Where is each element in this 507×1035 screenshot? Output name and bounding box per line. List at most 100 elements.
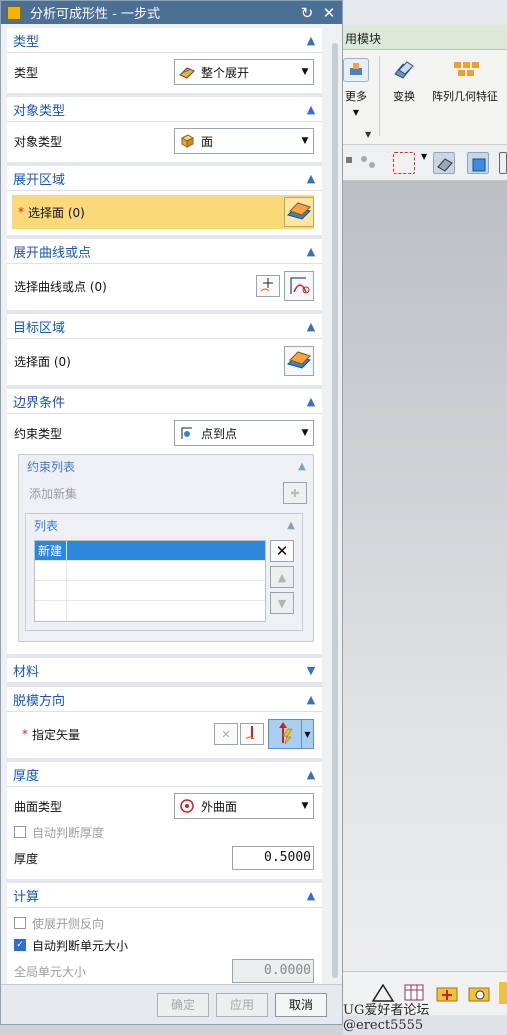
curve-point-select-button[interactable]: [284, 271, 314, 301]
auto-element-size-label: 自动判断单元大小: [32, 938, 129, 953]
thickness-label: 厚度: [14, 851, 39, 866]
ok-button[interactable]: 确定: [157, 993, 209, 1017]
add-set-icon: ✚: [290, 486, 300, 500]
constraint-type-dropdown[interactable]: 点到点 ▼: [174, 420, 314, 446]
object-type-value: 面: [201, 134, 214, 149]
select-face-icon: [286, 348, 312, 375]
chevron-up-icon: ▲: [306, 33, 316, 47]
ribbon-more[interactable]: 更多 ▼: [341, 58, 371, 117]
section-object-type-body: 对象类型 面 ▼: [7, 122, 322, 162]
section-thickness-body: 曲面类型 外曲面 ▼ 自动判断厚度 厚度 0.5000: [7, 787, 322, 879]
rectangle-select-icon[interactable]: [393, 152, 415, 174]
section-thickness-title: 厚度: [13, 768, 40, 784]
apply-button[interactable]: 应用: [216, 993, 268, 1017]
list-row[interactable]: [35, 581, 265, 601]
target-select-face-button[interactable]: [284, 346, 314, 376]
ribbon-pattern-geometry[interactable]: 阵列几何特征: [427, 58, 503, 104]
section-unfold-curve-header[interactable]: 展开曲线或点 ▲: [7, 239, 322, 264]
reverse-unfold-side-label: 使展开侧反向: [32, 916, 105, 931]
chevron-up-icon: ▲: [298, 460, 306, 472]
constraint-list-header[interactable]: 约束列表 ▲: [19, 455, 313, 477]
ribbon-pattern-geometry-label: 阵列几何特征: [432, 90, 498, 103]
section-material: 材料 ▼: [7, 658, 322, 687]
app-menu-bar: 用模块: [343, 26, 507, 50]
auto-thickness-checkbox[interactable]: [14, 826, 26, 838]
pattern-geometry-icon: [452, 58, 479, 82]
select-face-icon: [286, 199, 312, 226]
move-up-button[interactable]: ▲: [270, 566, 294, 588]
dialog-titlebar[interactable]: 分析可成形性 - 一步式 ↻ ✕: [1, 1, 342, 24]
delete-row-button[interactable]: ✕: [270, 540, 294, 562]
chevron-down-icon: ▼: [306, 663, 316, 677]
list-row[interactable]: [35, 561, 265, 581]
add-new-set-button[interactable]: ✚: [283, 482, 307, 504]
arrow-down-icon: ▼: [277, 596, 287, 610]
app-ribbon: 更多 ▼ ▼ 变换 阵列几何特征: [343, 50, 507, 145]
close-icon[interactable]: ✕: [320, 4, 338, 22]
chevron-up-icon: ▲: [306, 394, 316, 408]
section-target-region-title: 目标区域: [13, 320, 66, 336]
graphics-window[interactable]: [343, 181, 507, 971]
global-element-size-input[interactable]: 0.0000: [232, 959, 314, 983]
section-draft-direction-header[interactable]: 脱模方向 ▲: [7, 687, 322, 712]
chevron-down-icon: ▼: [301, 428, 309, 438]
arrow-up-icon: ▲: [277, 570, 287, 584]
dialog-scrollbar[interactable]: [332, 43, 338, 978]
unfold-whole-icon: [179, 64, 195, 80]
list-row[interactable]: 新建: [35, 541, 265, 561]
point-to-point-icon: [179, 425, 195, 441]
select-face-row[interactable]: * 选择面 (0): [12, 195, 314, 229]
reverse-direction-button[interactable]: ✕: [214, 723, 238, 745]
list-header[interactable]: 列表 ▲: [26, 514, 302, 536]
list-group: 列表 ▲ 新建 ✕ ▲ ▼: [25, 513, 303, 631]
section-target-region-header[interactable]: 目标区域 ▲: [7, 314, 322, 339]
section-type-body: 类型 整个展开 ▼: [7, 53, 322, 93]
constraint-list-group: 约束列表 ▲ 添加新集 ✚ 列表 ▲ 新建 ✕ ▲ ▼: [18, 454, 314, 642]
section-unfold-region-body: * 选择面 (0): [7, 191, 322, 235]
section-unfold-region-header[interactable]: 展开区域 ▲: [7, 166, 322, 191]
vector-dialog-button[interactable]: [240, 723, 264, 745]
menu-tab-application[interactable]: 用模块: [345, 30, 381, 47]
snap-point-icon[interactable]: [357, 152, 379, 174]
scrollbar-thumb[interactable]: [332, 43, 338, 978]
reverse-direction-icon: ✕: [221, 727, 231, 741]
section-unfold-curve-body: 选择曲线或点 (0): [7, 264, 322, 310]
dialog-body[interactable]: 类型 ▲ 类型 整个展开 ▼ 对象类型 ▲ 对象类型 面 ▼ 展开区域 ▲ * …: [1, 24, 331, 986]
section-thickness-header[interactable]: 厚度 ▲: [7, 762, 322, 787]
section-material-header[interactable]: 材料 ▼: [7, 658, 322, 683]
section-compute-header[interactable]: 计算 ▲: [7, 883, 322, 908]
surface-type-dropdown[interactable]: 外曲面 ▼: [174, 793, 314, 819]
reset-icon[interactable]: ↻: [298, 4, 316, 22]
list-row[interactable]: [35, 601, 265, 621]
cube-view-icon[interactable]: [467, 152, 489, 174]
cancel-button[interactable]: 取消: [275, 993, 327, 1017]
vector-dropdown-arrow[interactable]: ▼: [302, 719, 314, 749]
section-unfold-region-title: 展开区域: [13, 172, 66, 188]
reverse-unfold-side-checkbox[interactable]: [14, 917, 26, 929]
section-object-type-header[interactable]: 对象类型 ▲: [7, 97, 322, 122]
ribbon-separator: [379, 56, 380, 136]
surface-type-label: 曲面类型: [14, 799, 63, 814]
ribbon-transform[interactable]: 变换: [389, 58, 419, 104]
point-dialog-button[interactable]: [256, 275, 280, 297]
move-down-button[interactable]: ▼: [270, 592, 294, 614]
thickness-input[interactable]: 0.5000: [232, 846, 314, 870]
section-type-header[interactable]: 类型 ▲: [7, 28, 322, 53]
object-type-dropdown[interactable]: 面 ▼: [174, 128, 314, 154]
app-titlebar: [343, 0, 507, 26]
auto-element-size-checkbox[interactable]: ✓: [14, 939, 26, 951]
delete-x-icon: ✕: [275, 542, 289, 560]
inferred-vector-button[interactable]: [268, 719, 302, 749]
select-face-label: 选择面 (0): [28, 205, 85, 220]
chevron-up-icon: ▲: [306, 888, 316, 902]
rectangle-select-dropdown[interactable]: ▼: [421, 152, 431, 174]
type-dropdown[interactable]: 整个展开 ▼: [174, 59, 314, 85]
select-face-button[interactable]: [284, 197, 314, 227]
chevron-down-icon: ▼: [301, 801, 309, 811]
shaded-view-icon[interactable]: [433, 152, 455, 174]
section-compute: 计算 ▲ 使展开侧反向 ✓ 自动判断单元大小 全局单元大小 0.0000: [7, 883, 322, 986]
specify-vector-label: 指定矢量: [32, 727, 81, 742]
view-more-icon[interactable]: [499, 152, 507, 174]
nx-app-icon: [7, 5, 21, 20]
section-boundary-header[interactable]: 边界条件 ▲: [7, 389, 322, 414]
